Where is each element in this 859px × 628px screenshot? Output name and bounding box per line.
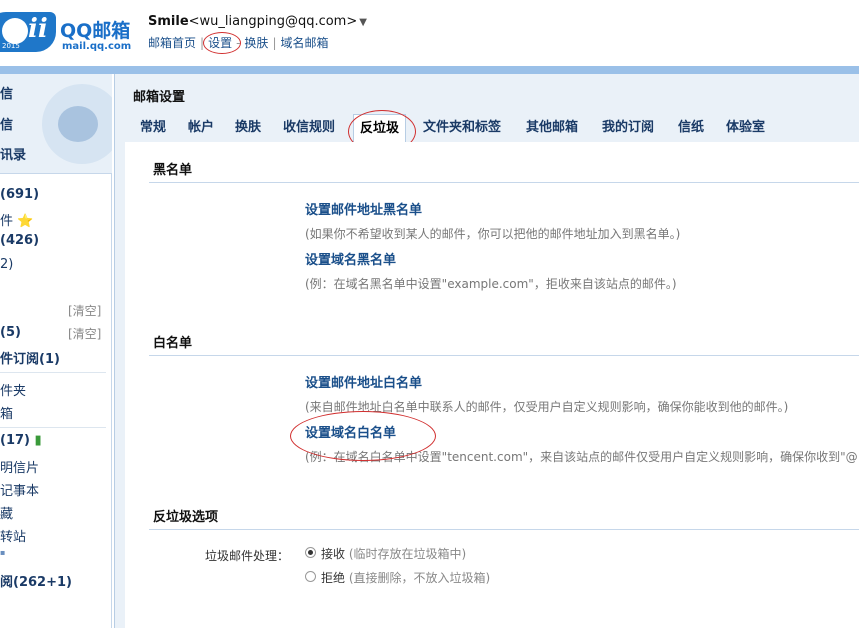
clear-deleted-button[interactable]: [清空] [68, 302, 101, 319]
link-mail-home[interactable]: 邮箱首页 [148, 36, 196, 50]
tab-skin[interactable]: 换肤 [235, 114, 261, 142]
sidebar-item-groups[interactable]: (426) [0, 233, 39, 248]
top-links: 邮箱首页 | 设置 - 换肤 | 域名邮箱 [148, 34, 329, 51]
sidebar-item-spam[interactable]: (5) [0, 325, 21, 340]
sidebar-item-apps-label: (17) [0, 433, 30, 448]
page-title: 邮箱设置 [133, 90, 186, 105]
tab-folders-labels[interactable]: 文件夹和标签 [423, 114, 501, 142]
logo-year: 2015 [2, 42, 20, 50]
reject-label: 拒绝 [321, 571, 346, 585]
sidebar-quick-actions: 信 信 讯录 [0, 74, 112, 174]
address-whitelist-desc: (来自邮件地址白名单中联系人的邮件，仅受用户自定义规则影响，确保你能收到他的邮件… [305, 400, 789, 414]
sidebar-write-mail[interactable]: 信 [0, 83, 13, 102]
accept-label: 接收 [321, 547, 346, 561]
accept-radio[interactable] [305, 547, 316, 558]
sidebar-item-drafts[interactable]: 2) [0, 257, 13, 272]
sidebar-item-my-folders[interactable]: 件夹 [0, 380, 26, 399]
set-address-blacklist-link[interactable]: 设置邮件地址黑名单 [305, 199, 422, 218]
divider: - [236, 36, 241, 50]
reject-radio[interactable] [305, 571, 316, 582]
address-blacklist-desc: (如果你不希望收到某人的邮件，你可以把他的邮件地址加入到黑名单。) [305, 227, 681, 241]
caret-down-icon[interactable]: ▼ [359, 17, 367, 28]
accept-note: (临时存放在垃圾箱中) [348, 547, 467, 561]
section-divider [149, 182, 859, 183]
bottle-icon: ▮ [34, 433, 42, 448]
set-address-whitelist-link[interactable]: 设置邮件地址白名单 [305, 372, 422, 391]
penguin-face [58, 106, 98, 142]
logo-title: QQ邮箱 [60, 20, 131, 42]
sidebar-item-reading[interactable]: 阅(262+1) [0, 571, 72, 590]
sidebar-item-favorites[interactable]: 藏 [0, 503, 13, 522]
user-email: <wu_liangping@qq.com> [188, 14, 358, 29]
spam-handling-label: 垃圾邮件处理： [205, 549, 290, 563]
tab-other-mailbox[interactable]: 其他邮箱 [526, 114, 578, 142]
reject-option[interactable]: 拒绝 (直接删除，不放入垃圾箱) [321, 569, 490, 586]
sidebar-divider [0, 372, 106, 373]
sidebar-divider [0, 427, 106, 428]
user-name: Smile [148, 14, 189, 29]
logo-letters: ii [28, 14, 48, 44]
reject-note: (直接删除，不放入垃圾箱) [348, 571, 491, 585]
divider: | [200, 36, 205, 50]
tab-general[interactable]: 常规 [140, 114, 166, 142]
tab-account[interactable]: 帐户 [188, 114, 214, 142]
link-domain-mail[interactable]: 域名邮箱 [280, 36, 328, 50]
domain-blacklist-desc: (例：在域名黑名单中设置"example.com"，拒收来自该站点的邮件。) [305, 277, 677, 291]
link-skin[interactable]: 换肤 [244, 36, 268, 50]
small-badge-icon: ▪ [0, 548, 6, 557]
sidebar-item-starred[interactable]: 件 ⭐ [0, 210, 33, 229]
left-sidebar: 信 信 讯录 (691) 件 ⭐ (426) 2) [清空] (5) [清空] … [0, 74, 112, 628]
sidebar-item-inbox[interactable]: (691) [0, 187, 39, 202]
set-domain-blacklist-link[interactable]: 设置域名黑名单 [305, 249, 396, 268]
section-divider [149, 355, 859, 356]
accept-option[interactable]: 接收 (临时存放在垃圾箱中) [321, 545, 466, 562]
header: ii 2015 QQ邮箱 mail.qq.com Smile<wu_liangp… [0, 0, 859, 68]
link-settings[interactable]: 设置 [208, 36, 232, 50]
whitelist-title: 白名单 [153, 336, 193, 351]
logo-bubble [2, 18, 28, 44]
sidebar-item-file-transfer[interactable]: 转站 [0, 526, 26, 545]
divider: | [272, 36, 277, 50]
sidebar-item-subscriptions[interactable]: 件订阅(1) [0, 348, 60, 367]
tab-lab[interactable]: 体验室 [726, 114, 765, 142]
settings-panel: 邮箱设置 常规 帐户 换肤 收信规则 反垃圾 文件夹和标签 其他邮箱 我的订阅 … [114, 74, 859, 628]
tab-stationery[interactable]: 信纸 [678, 114, 704, 142]
clear-spam-button[interactable]: [清空] [68, 325, 101, 342]
tab-antispam[interactable]: 反垃圾 [353, 114, 407, 142]
section-divider [149, 529, 859, 530]
logo-domain: mail.qq.com [62, 41, 132, 52]
sidebar-item-apps[interactable]: (17) ▮ [0, 433, 42, 448]
blacklist-title: 黑名单 [153, 163, 193, 178]
antispam-settings-content: 黑名单 设置邮件地址黑名单 (如果你不希望收到某人的邮件，你可以把他的邮件地址加… [125, 142, 859, 628]
tab-receive-rules[interactable]: 收信规则 [283, 114, 335, 142]
qq-mail-logo[interactable]: ii 2015 QQ邮箱 mail.qq.com [0, 8, 140, 56]
sidebar-item-notebook[interactable]: 记事本 [0, 480, 39, 499]
tab-my-subscriptions[interactable]: 我的订阅 [602, 114, 654, 142]
antispam-options-title: 反垃圾选项 [153, 510, 219, 525]
user-info[interactable]: Smile<wu_liangping@qq.com> ▼ [148, 14, 367, 29]
sidebar-contacts[interactable]: 讯录 [0, 144, 26, 163]
sidebar-item-postcard[interactable]: 明信片 [0, 457, 39, 476]
domain-whitelist-desc: (例：在域名白名单中设置"tencent.com"，来自该站点的邮件仅受用户自定… [305, 450, 858, 464]
sidebar-item-other-mailbox[interactable]: 箱 [0, 403, 13, 422]
header-divider-bar [0, 66, 859, 74]
set-domain-whitelist-link[interactable]: 设置域名白名单 [305, 422, 396, 441]
sidebar-receive-mail[interactable]: 信 [0, 114, 13, 133]
